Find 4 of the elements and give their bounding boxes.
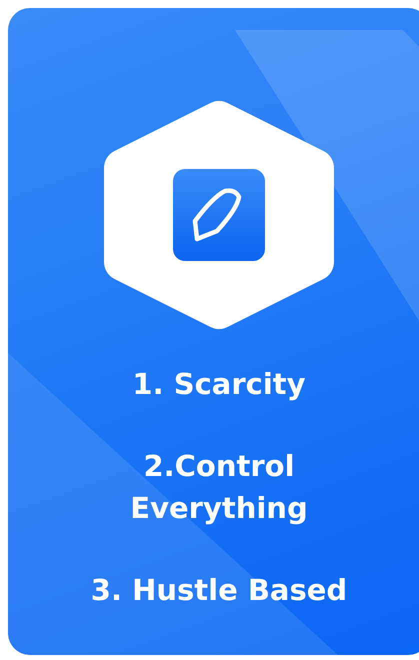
pencil-icon: [173, 169, 265, 261]
list-item-text: 1. Scarcity: [132, 366, 306, 403]
list-item-text: 3. Hustle Based: [90, 572, 348, 609]
list-item-text: 2.Control Everything: [130, 448, 308, 527]
